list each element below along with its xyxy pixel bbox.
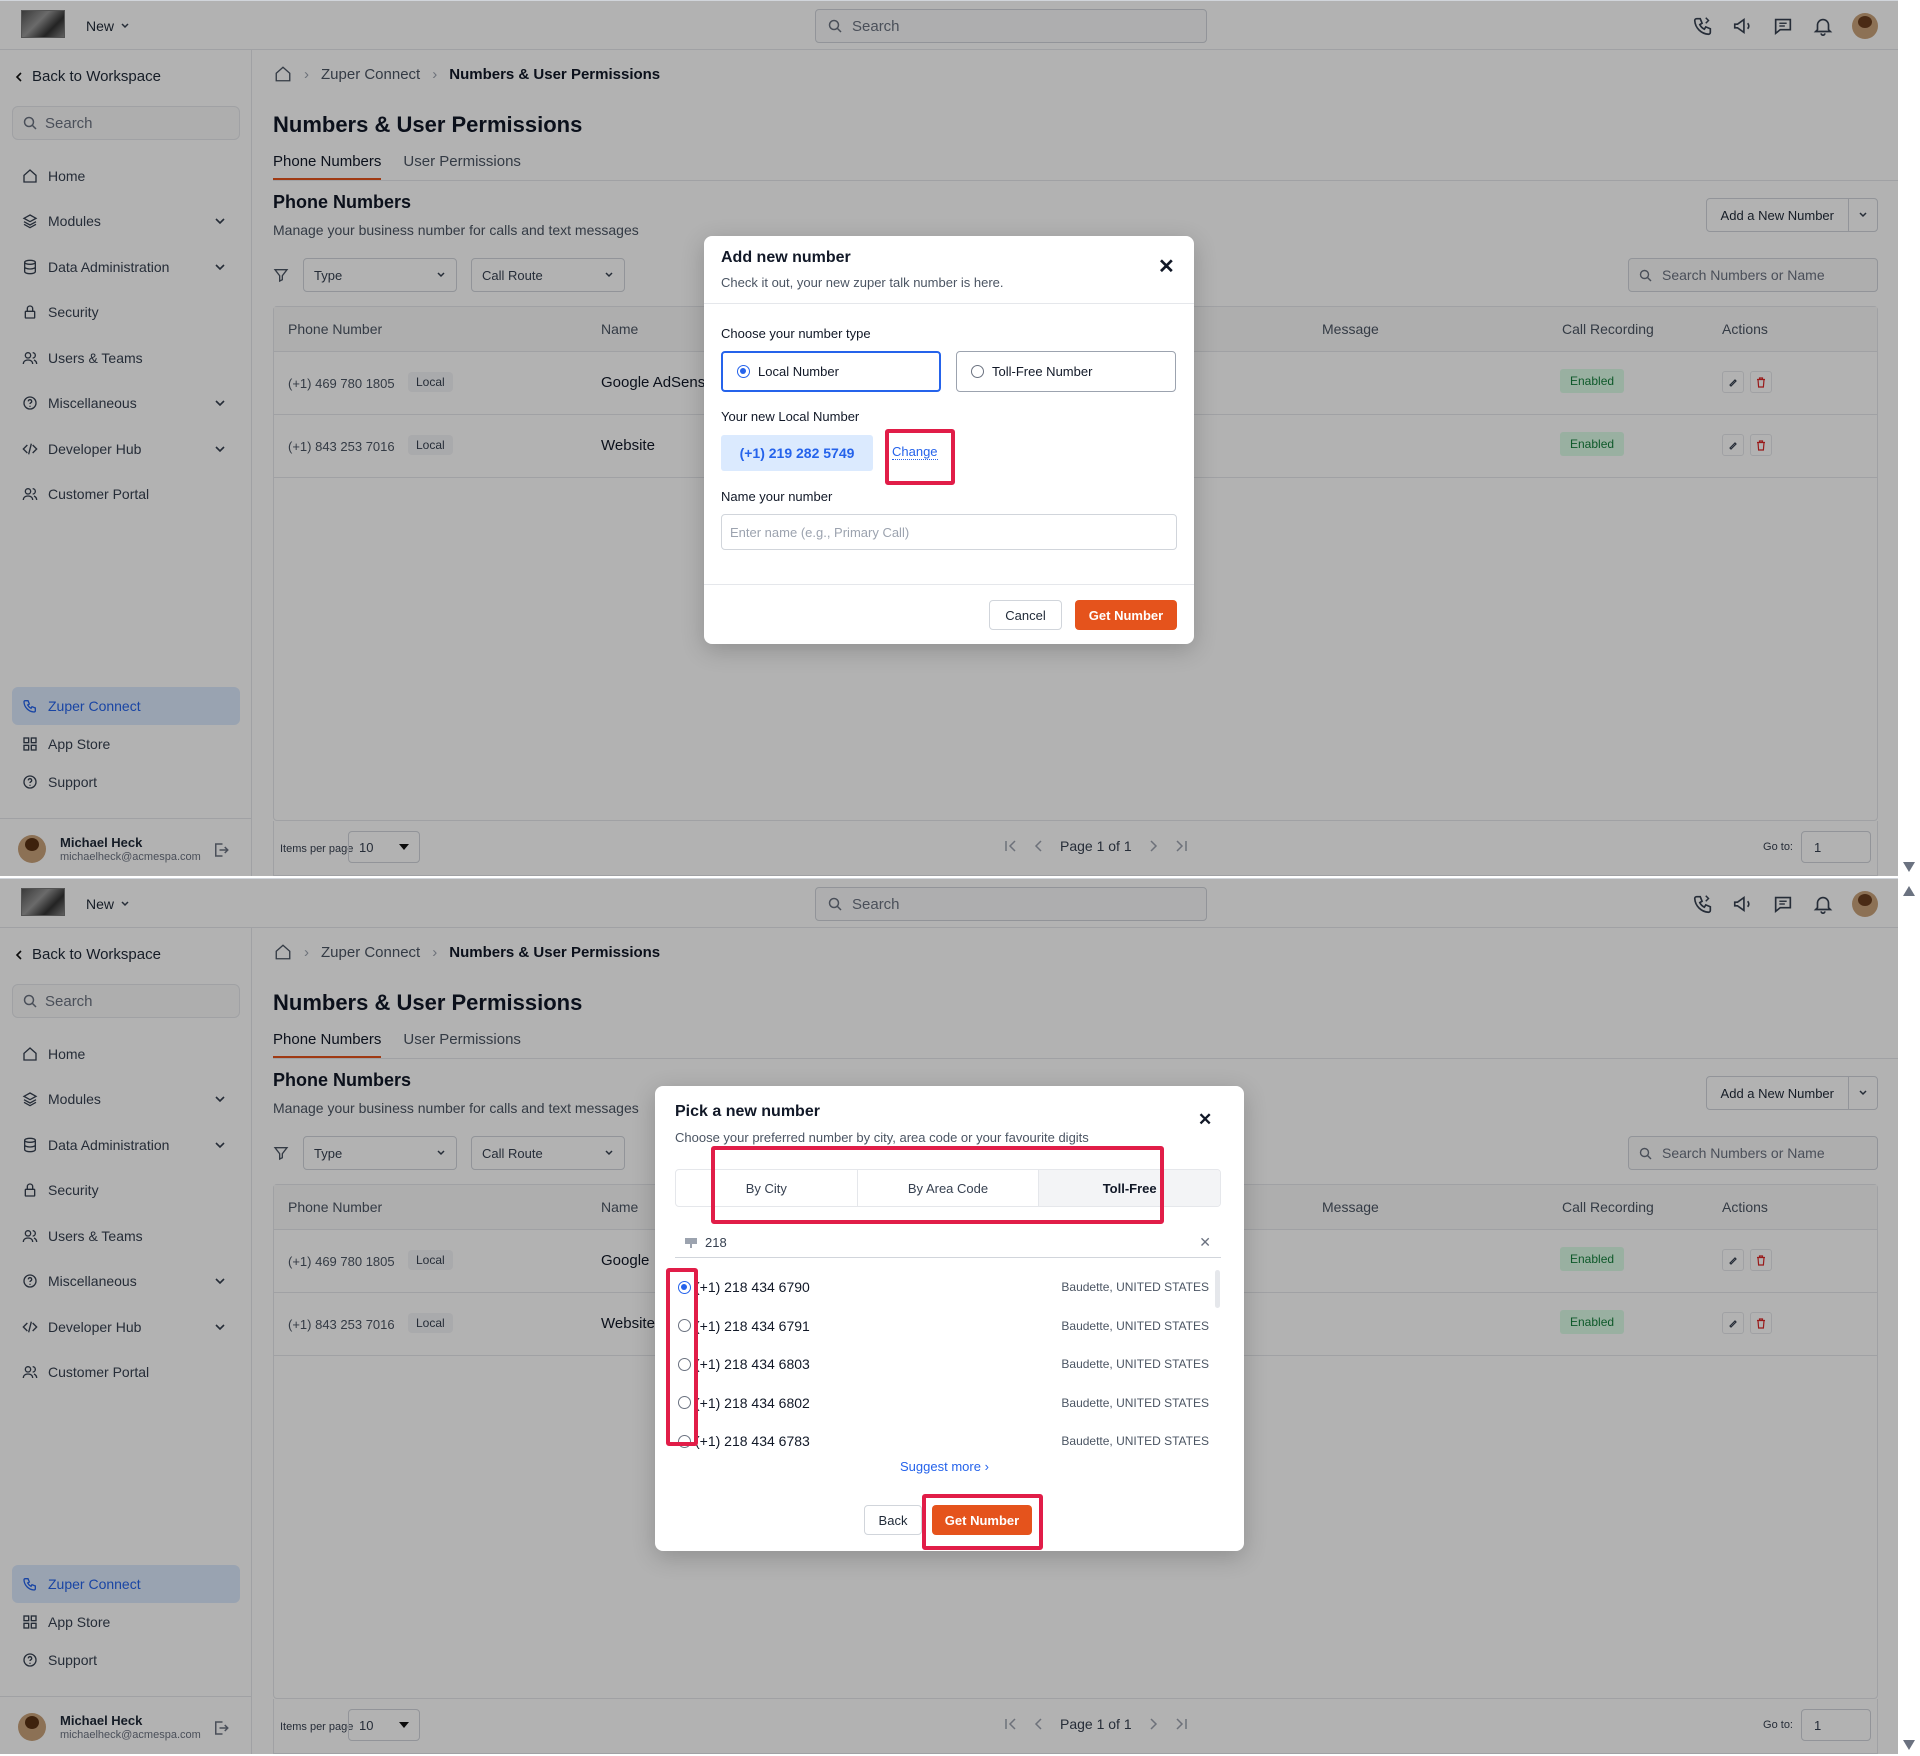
number-value: (+1) 218 434 6790: [695, 1279, 810, 1295]
modal-title: Pick a new number: [675, 1103, 820, 1120]
clear-icon[interactable]: ✕: [1199, 1234, 1211, 1251]
modal-subtitle: Check it out, your new zuper talk number…: [721, 275, 1004, 290]
chevron-right-icon: ›: [984, 1459, 989, 1474]
new-number-value: (+1) 219 282 5749: [721, 435, 873, 471]
option-label: Toll-Free Number: [992, 364, 1093, 379]
suggest-more-link[interactable]: Suggest more ›: [900, 1459, 989, 1474]
number-location: Baudette, UNITED STATES: [1061, 1434, 1209, 1448]
divider: [704, 584, 1194, 585]
toll-free-option[interactable]: Toll-Free Number: [956, 351, 1176, 392]
suggest-more-label: Suggest more: [900, 1459, 981, 1474]
number-location: Baudette, UNITED STATES: [1061, 1357, 1209, 1371]
radio-selected: [737, 365, 750, 378]
back-button[interactable]: Back: [864, 1505, 922, 1535]
name-number-label: Name your number: [721, 489, 833, 504]
option-label: Local Number: [758, 364, 839, 379]
highlight-box: [922, 1494, 1043, 1550]
highlight-box: [711, 1146, 1164, 1224]
number-option-row[interactable]: (+1) 218 434 6802 Baudette, UNITED STATES: [675, 1384, 1209, 1422]
number-value: (+1) 218 434 6802: [695, 1394, 810, 1411]
close-icon[interactable]: ✕: [1158, 254, 1175, 279]
number-option-row[interactable]: (+1) 218 434 6783 Baudette, UNITED STATES: [675, 1422, 1209, 1460]
new-number-label: Your new Local Number: [721, 409, 860, 424]
number-search-input[interactable]: 218 ✕: [675, 1228, 1221, 1258]
radio-unselected: [971, 365, 984, 378]
search-value: 218: [705, 1235, 727, 1250]
modal-title: Add new number: [721, 249, 851, 266]
number-option-row[interactable]: (+1) 218 434 6790 Baudette, UNITED STATES: [675, 1268, 1209, 1306]
number-type-label: Choose your number type: [721, 326, 871, 341]
cancel-button[interactable]: Cancel: [989, 600, 1062, 630]
divider: [704, 303, 1194, 304]
page-scrollbar[interactable]: [1898, 0, 1920, 1756]
hash-icon: [685, 1237, 697, 1248]
number-location: Baudette, UNITED STATES: [1061, 1395, 1209, 1410]
scroll-arrows-icon: [1903, 862, 1915, 1750]
number-location: Baudette, UNITED STATES: [1061, 1318, 1209, 1333]
number-list: (+1) 218 434 6790 Baudette, UNITED STATES…: [675, 1268, 1221, 1468]
number-value: (+1) 218 434 6783: [695, 1433, 810, 1449]
number-option-row[interactable]: (+1) 218 434 6791 Baudette, UNITED STATES: [675, 1307, 1209, 1345]
add-number-modal: Add new number Check it out, your new zu…: [704, 236, 1194, 644]
number-value: (+1) 218 434 6803: [695, 1356, 810, 1372]
close-icon[interactable]: ✕: [1198, 1110, 1212, 1130]
highlight-box: [666, 1268, 698, 1446]
list-scrollbar[interactable]: [1215, 1270, 1220, 1308]
modal-subtitle: Choose your preferred number by city, ar…: [675, 1130, 1089, 1145]
pick-number-modal: Pick a new number Choose your preferred …: [655, 1086, 1244, 1551]
get-number-button[interactable]: Get Number: [1075, 600, 1177, 630]
highlight-box: [885, 429, 955, 485]
local-number-option[interactable]: Local Number: [721, 351, 941, 392]
number-location: Baudette, UNITED STATES: [1061, 1280, 1209, 1294]
number-name-input[interactable]: Enter name (e.g., Primary Call): [721, 514, 1177, 550]
number-option-row[interactable]: (+1) 218 434 6803 Baudette, UNITED STATES: [675, 1345, 1209, 1383]
number-value: (+1) 218 434 6791: [695, 1317, 810, 1334]
